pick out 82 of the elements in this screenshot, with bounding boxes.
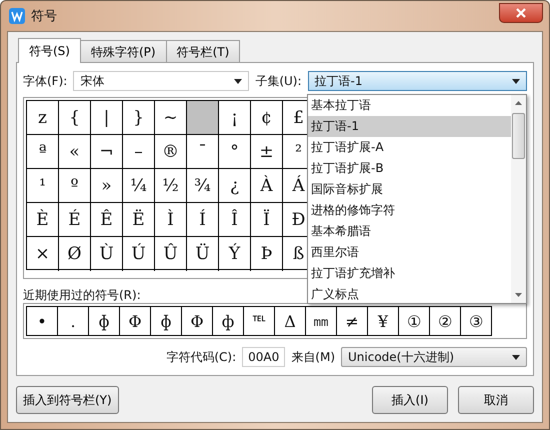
symbol-cell[interactable]: ¿: [219, 169, 251, 202]
encoding-dropdown[interactable]: Unicode(十六进制): [341, 347, 527, 367]
symbol-cell[interactable]: Û: [155, 237, 187, 271]
tab[interactable]: 符号(S): [18, 38, 81, 63]
app-logo-icon: [9, 8, 25, 24]
symbol-cell[interactable]: Ø: [59, 237, 91, 271]
symbol-cell[interactable]: Î: [219, 203, 251, 236]
dialog-button[interactable]: 插入(I): [372, 386, 448, 414]
recent-symbol-cell[interactable]: ③: [460, 306, 492, 336]
symbol-cell[interactable]: –: [123, 135, 155, 168]
symbol-cell[interactable]: ±: [251, 135, 283, 168]
symbol-cell[interactable]: Ú: [123, 237, 155, 271]
scroll-thumb[interactable]: [512, 113, 525, 159]
from-label: 来自(M): [291, 348, 335, 366]
symbol-cell[interactable]: ¹: [27, 169, 59, 202]
symbol-cell[interactable]: »: [91, 169, 123, 202]
symbol-cell[interactable]: {: [59, 101, 91, 134]
symbol-cell[interactable]: ¢: [251, 101, 283, 134]
symbol-cell[interactable]: Ë: [123, 203, 155, 236]
symbol-cell[interactable]: ×: [27, 237, 59, 271]
symbol-cell[interactable]: Ê: [91, 203, 123, 236]
recent-symbol-cell[interactable]: •: [26, 306, 58, 336]
tab[interactable]: 符号栏(T): [166, 40, 240, 62]
symbol-cell[interactable]: ¯: [187, 135, 219, 168]
caret-icon: [512, 354, 520, 360]
recent-symbol-cell[interactable]: ①: [398, 306, 430, 336]
symbol-cell[interactable]: Ü: [187, 237, 219, 271]
subset-option[interactable]: 广义标点: [308, 284, 511, 305]
symbol-cell[interactable]: °: [219, 135, 251, 168]
font-label: 字体(F):: [23, 72, 68, 90]
symbol-cell[interactable]: Ý: [219, 237, 251, 271]
tab[interactable]: 特殊字符(P): [80, 40, 167, 62]
recent-symbol-cell[interactable]: ¥: [367, 306, 399, 336]
symbol-cell[interactable]: |: [91, 101, 123, 134]
symbol-cell[interactable]: «: [59, 135, 91, 168]
recent-symbol-cell[interactable]: ɸ: [88, 306, 120, 336]
recent-symbol-cell[interactable]: ②: [429, 306, 461, 336]
symbol-cell[interactable]: ¡: [219, 101, 251, 134]
subset-label: 子集(U):: [255, 72, 302, 90]
recent-symbols-label: 近期使用过的符号(R):: [23, 287, 141, 303]
scroll-down-icon: [515, 293, 522, 297]
scroll-up-icon: [515, 101, 522, 105]
symbol-cell[interactable]: ¬: [91, 135, 123, 168]
font-dropdown[interactable]: 宋体: [73, 71, 250, 91]
symbol-cell[interactable]: Ù: [91, 237, 123, 271]
char-code-field[interactable]: 00A0: [242, 347, 286, 367]
symbol-cell[interactable]: ª: [27, 135, 59, 168]
window-title: 符号: [31, 8, 57, 25]
recent-symbol-cell[interactable]: .: [57, 306, 89, 336]
symbol-cell[interactable]: ¼: [123, 169, 155, 202]
symbol-cell[interactable]: Ì: [155, 203, 187, 236]
symbol-cell[interactable]: ¾: [187, 169, 219, 202]
symbol-cell[interactable]: ½: [155, 169, 187, 202]
subset-option[interactable]: 拉丁语-1: [308, 116, 511, 137]
symbol-cell[interactable]: Ï: [251, 203, 283, 236]
scrollbar[interactable]: [511, 95, 526, 303]
char-code-label: 字符代码(C):: [166, 348, 236, 366]
caret-icon: [234, 78, 242, 84]
recent-symbol-cell[interactable]: ɸ: [150, 306, 182, 336]
symbol-cell[interactable]: }: [123, 101, 155, 134]
dialog-button[interactable]: 取消: [458, 386, 534, 414]
symbol-cell[interactable]: º: [59, 169, 91, 202]
symbol-cell[interactable]: ®: [155, 135, 187, 168]
caret-icon: [512, 78, 520, 84]
symbol-cell[interactable]: À: [251, 169, 283, 202]
recent-symbol-cell[interactable]: Φ: [119, 306, 151, 336]
recent-symbol-cell[interactable]: ㎜: [305, 306, 337, 336]
subset-dropdown[interactable]: 拉丁语-1: [308, 71, 527, 91]
recent-symbol-cell[interactable]: ф: [212, 306, 244, 336]
insert-to-bar-button[interactable]: 插入到符号栏(Y): [16, 386, 119, 414]
symbol-cell[interactable]: É: [59, 203, 91, 236]
recent-symbol-cell[interactable]: ≠: [336, 306, 368, 336]
close-button[interactable]: [499, 3, 543, 23]
recent-symbol-cell[interactable]: Φ: [181, 306, 213, 336]
symbol-cell[interactable]: z: [27, 101, 59, 134]
recent-symbol-cell[interactable]: ℡: [243, 306, 275, 336]
symbol-cell[interactable]: [187, 101, 219, 134]
close-icon: [515, 8, 527, 18]
symbol-cell[interactable]: Þ: [251, 237, 283, 271]
symbol-cell[interactable]: Í: [187, 203, 219, 236]
symbol-cell[interactable]: È: [27, 203, 59, 236]
recent-symbol-cell[interactable]: Δ: [274, 306, 306, 336]
